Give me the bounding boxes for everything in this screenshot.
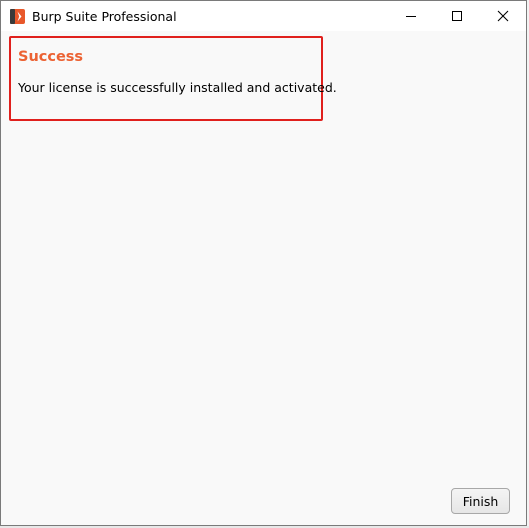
maximize-icon <box>451 10 463 22</box>
burp-suite-icon <box>10 9 25 24</box>
minimize-button[interactable] <box>388 1 434 31</box>
title-bar[interactable]: Burp Suite Professional <box>1 1 526 31</box>
success-message-box: Success Your license is successfully ins… <box>9 36 337 121</box>
success-heading: Success <box>18 49 84 65</box>
burp-license-window: Burp Suite Professional Success Your lic… <box>0 0 527 526</box>
success-text: Your license is successfully installed a… <box>18 80 337 95</box>
window-title: Burp Suite Professional <box>32 9 177 24</box>
maximize-button[interactable] <box>434 1 480 31</box>
finish-button[interactable]: Finish <box>451 488 510 514</box>
close-button[interactable] <box>480 1 526 31</box>
close-icon <box>497 10 509 22</box>
minimize-icon <box>405 10 417 22</box>
content-area: Success Your license is successfully ins… <box>1 31 526 525</box>
